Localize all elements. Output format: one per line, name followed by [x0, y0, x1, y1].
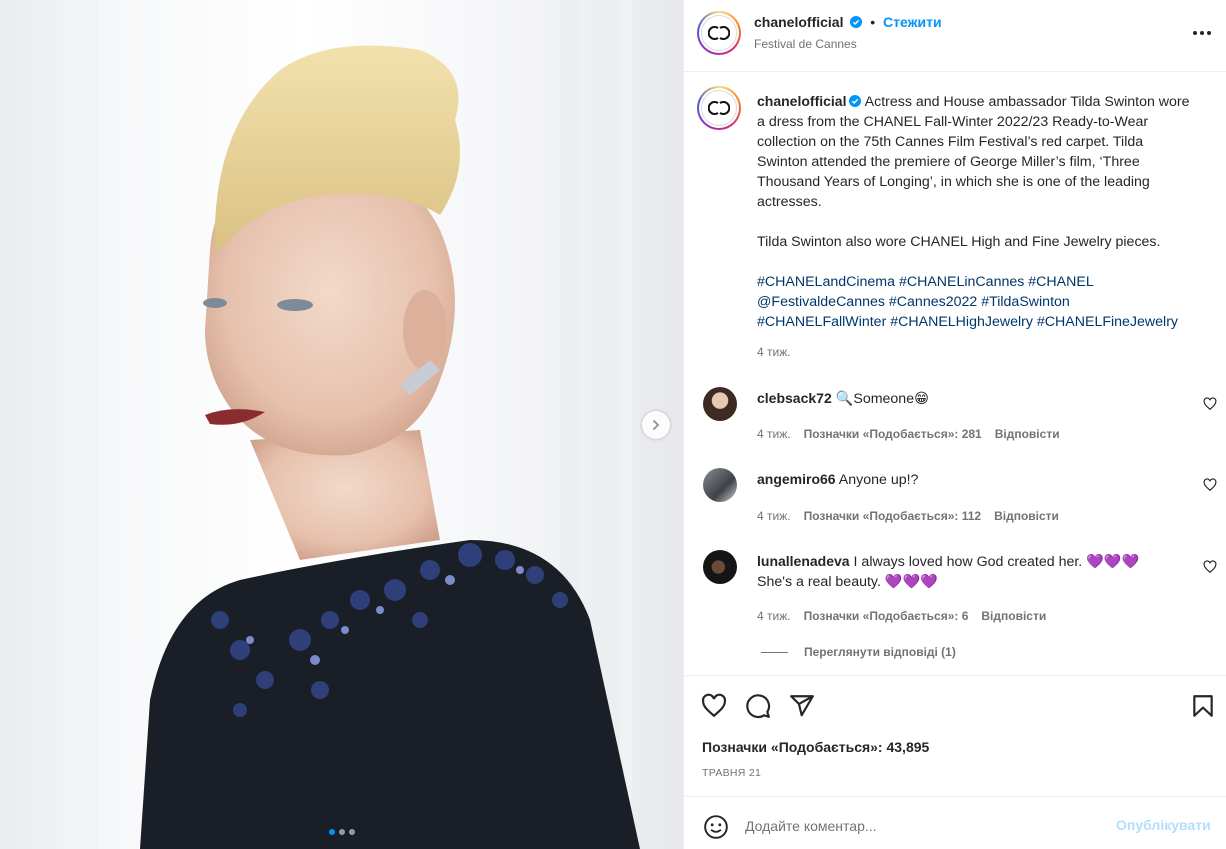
post-dialog: chanelofficial • Стежити Festival de Can…	[0, 0, 1226, 849]
post-actions: Позначки «Подобається»: 43,895 Травня 21	[684, 675, 1226, 795]
caption-time[interactable]: 4 тиж.	[757, 345, 791, 359]
comment-username[interactable]: lunallenadeva	[757, 553, 850, 569]
heart-icon[interactable]	[1203, 397, 1217, 411]
post-caption: chanelofficial Actress and House ambassa…	[757, 91, 1197, 332]
header-username[interactable]: chanelofficial	[754, 14, 843, 30]
post-header: chanelofficial • Стежити Festival de Can…	[684, 0, 1226, 72]
bookmark-icon[interactable]	[1190, 693, 1216, 719]
more-icon	[1193, 31, 1197, 35]
avatar[interactable]	[697, 11, 741, 55]
heart-icon[interactable]	[1203, 560, 1217, 574]
comment-username[interactable]: clebsack72	[757, 390, 832, 406]
post-photo	[40, 0, 640, 849]
hashtags-line-1[interactable]: #CHANELandCinema #CHANELinCannes #CHANEL	[757, 272, 1197, 292]
chanel-logo-icon	[708, 26, 730, 40]
verified-icon	[850, 16, 863, 28]
caption-username[interactable]: chanelofficial	[757, 93, 846, 109]
comment-icon[interactable]	[745, 693, 771, 719]
comment-username[interactable]: angemiro66	[757, 471, 836, 487]
comment-likes[interactable]: Позначки «Подобається»: 112	[804, 509, 982, 523]
reply-button[interactable]: Відповісти	[994, 509, 1059, 523]
slide-dot-3	[348, 829, 355, 835]
verified-icon	[849, 95, 862, 107]
heart-icon[interactable]	[1203, 478, 1217, 492]
avatar[interactable]	[703, 468, 737, 502]
comment-input[interactable]	[745, 815, 1105, 837]
comment-text-line-2: She's a real beauty. 💜💜💜	[757, 574, 938, 590]
likes-count[interactable]: Позначки «Подобається»: 43,895	[702, 739, 929, 755]
add-comment-bar: Опублікувати	[684, 796, 1226, 849]
avatar[interactable]	[703, 387, 737, 421]
post-comment-button[interactable]: Опублікувати	[1116, 817, 1211, 833]
avatar[interactable]	[703, 550, 737, 584]
location-link[interactable]: Festival de Cannes	[754, 37, 857, 51]
comment-time[interactable]: 4 тиж.	[757, 609, 791, 623]
comment-likes[interactable]: Позначки «Подобається»: 281	[804, 427, 982, 441]
chanel-logo-icon	[708, 101, 730, 115]
next-slide-button[interactable]	[642, 411, 670, 439]
comment-text: Anyone up!?	[838, 472, 919, 488]
post-date[interactable]: Травня 21	[702, 767, 761, 779]
hashtags-line-2[interactable]: @FestivaldeCannes #Cannes2022 #TildaSwin…	[757, 292, 1197, 312]
view-replies-button[interactable]: Переглянути відповіді (1)	[761, 645, 956, 659]
heart-icon[interactable]	[701, 693, 727, 719]
slide-dot-2	[338, 829, 345, 835]
caption-text: Actress and House ambassador Tilda Swint…	[757, 94, 1190, 210]
header-separator: •	[870, 14, 876, 30]
slide-indicator	[0, 829, 683, 835]
view-replies-label: Переглянути відповіді (1)	[804, 645, 956, 659]
comment-text: 🔍Someone😁	[835, 391, 929, 407]
chevron-right-icon	[653, 420, 660, 430]
post-side-panel: chanelofficial • Стежити Festival de Can…	[683, 0, 1226, 849]
post-media[interactable]	[0, 0, 683, 849]
follow-button[interactable]: Стежити	[883, 14, 942, 30]
more-options-button[interactable]	[1190, 26, 1214, 40]
caption-avatar[interactable]	[697, 86, 741, 130]
reply-button[interactable]: Відповісти	[995, 427, 1060, 441]
comment-time[interactable]: 4 тиж.	[757, 509, 791, 523]
comment-text: I always loved how God created her. 💜💜💜	[853, 554, 1140, 570]
share-icon[interactable]	[789, 693, 815, 719]
comment-time[interactable]: 4 тиж.	[757, 427, 791, 441]
hashtags-line-3[interactable]: #CHANELFallWinter #CHANELHighJewelry #CH…	[757, 312, 1197, 332]
reply-button[interactable]: Відповісти	[981, 609, 1046, 623]
replies-divider	[761, 651, 788, 653]
slide-dot-1	[328, 829, 335, 835]
caption-paragraph-2: Tilda Swinton also wore CHANEL High and …	[757, 234, 1161, 250]
comment-likes[interactable]: Позначки «Подобається»: 6	[804, 609, 969, 623]
emoji-icon[interactable]	[703, 814, 729, 840]
